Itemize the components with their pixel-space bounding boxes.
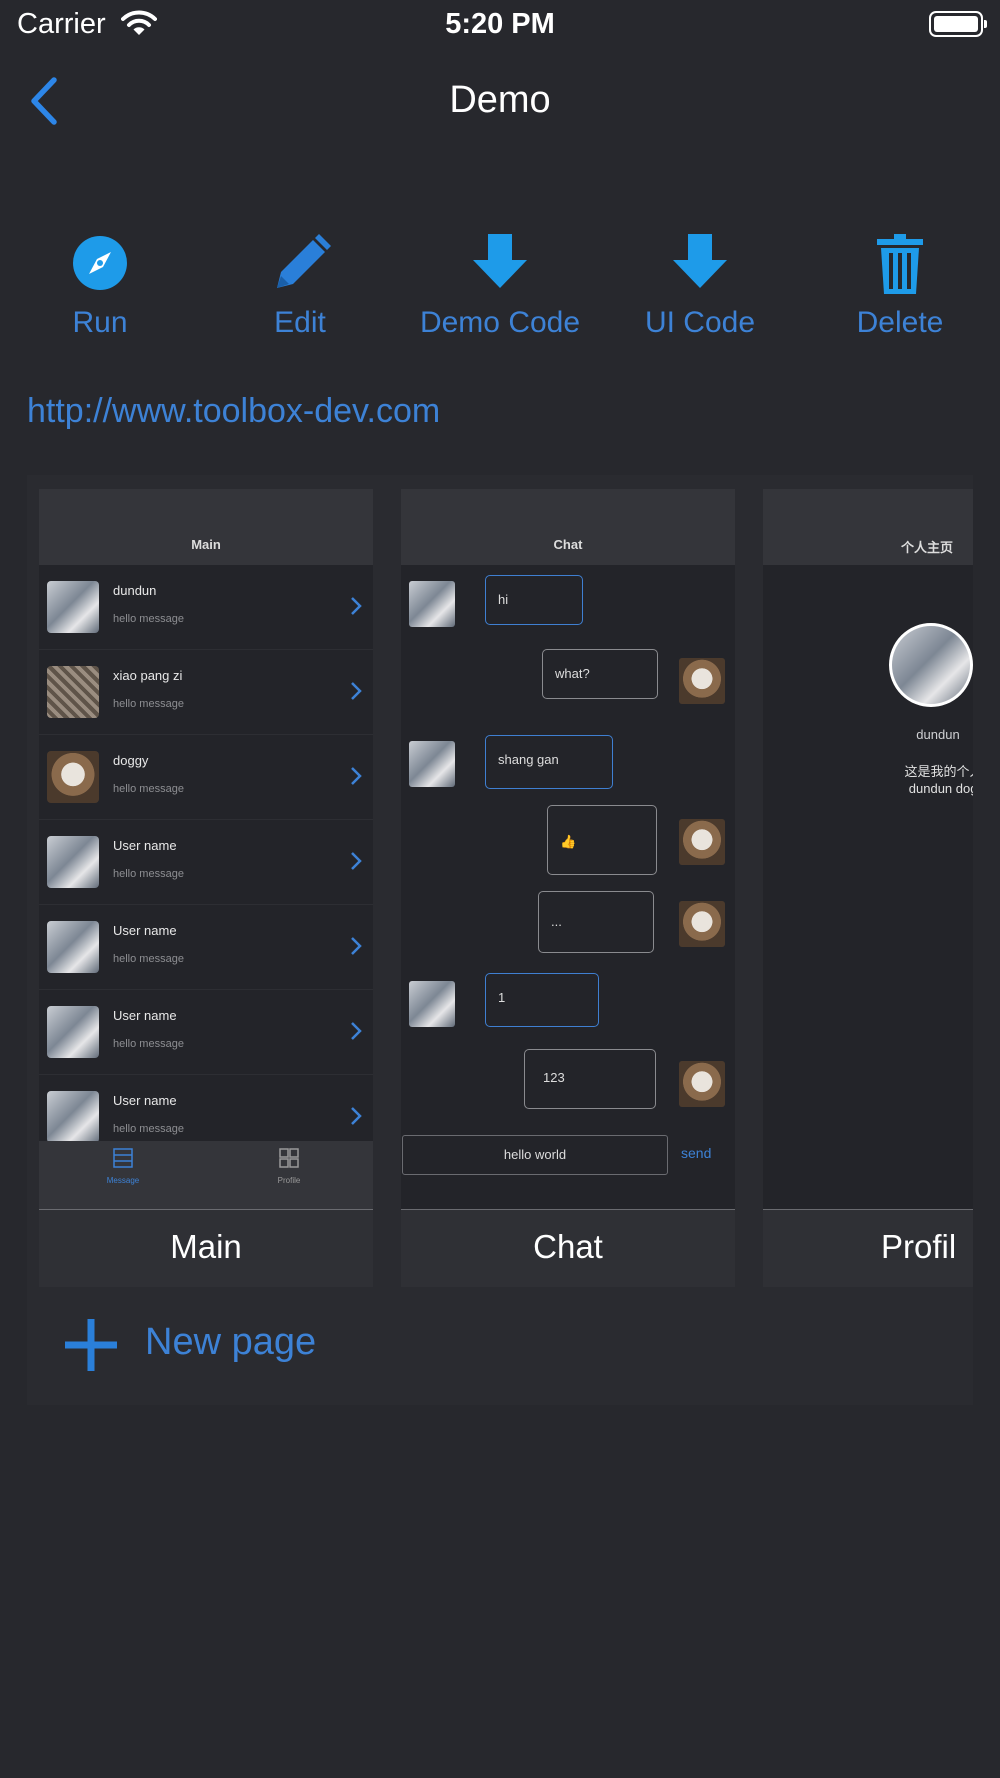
page-card-profile[interactable]: 个人主页 dundun 这是我的个人主 dundun doggy Profil <box>763 489 973 1287</box>
ui-code-label: UI Code <box>644 306 756 339</box>
page-title: Demo <box>449 79 551 121</box>
preview-tab-message: Message <box>63 1147 183 1185</box>
page-preview-chat: Chat hi what? shang gan 👍 ... 1 123 hell… <box>401 489 735 1209</box>
demo-code-label: Demo Code <box>419 306 581 339</box>
avatar <box>47 666 99 718</box>
preview-title: Main <box>191 537 221 552</box>
edit-button[interactable]: Edit <box>200 230 400 350</box>
avatar <box>679 819 725 865</box>
chevron-right-icon <box>351 1107 362 1125</box>
ui-code-button[interactable]: UI Code <box>600 230 800 350</box>
grid-icon <box>279 1148 299 1168</box>
row-name: doggy <box>113 753 149 768</box>
avatar <box>679 658 725 704</box>
message-list-icon <box>113 1148 133 1168</box>
row-message: hello message <box>113 1038 184 1050</box>
profile-name: dundun <box>916 727 960 742</box>
list-item: User name hello message <box>39 905 373 990</box>
delete-button[interactable]: Delete <box>800 230 1000 350</box>
preview-tab-profile: Profile <box>229 1147 349 1185</box>
chevron-right-icon <box>351 852 362 870</box>
demo-code-button[interactable]: Demo Code <box>400 230 600 350</box>
preview-title: 个人主页 <box>901 540 954 555</box>
chat-bubble-in: shang gan <box>485 735 613 789</box>
chat-bubble-out: 👍 <box>547 805 657 875</box>
clock: 5:20 PM <box>445 8 555 40</box>
profile-avatar <box>889 623 973 707</box>
pages-carousel[interactable]: Main dundun hello message xiao pang zi h… <box>27 475 973 1287</box>
list-item: User name hello message <box>39 820 373 905</box>
list-item: User name hello message <box>39 990 373 1075</box>
profile-description-line: 这是我的个人主 <box>904 764 973 779</box>
chevron-right-icon <box>351 937 362 955</box>
row-message: hello message <box>113 783 184 795</box>
row-name: User name <box>113 923 177 938</box>
list-item: xiao pang zi hello message <box>39 650 373 735</box>
page-card-main[interactable]: Main dundun hello message xiao pang zi h… <box>39 489 373 1287</box>
pencil-icon <box>277 234 331 288</box>
chevron-right-icon <box>351 597 362 615</box>
status-bar: Carrier 5:20 PM <box>0 0 1000 50</box>
pages-panel: Main dundun hello message xiao pang zi h… <box>27 475 973 1405</box>
row-name: User name <box>113 1093 177 1108</box>
list-item: doggy hello message <box>39 735 373 820</box>
compass-icon <box>73 236 127 290</box>
chat-bubble-out: 123 <box>524 1049 656 1109</box>
avatar <box>409 741 455 787</box>
preview-tab-bar: Message Profile <box>39 1141 373 1209</box>
page-label-profile[interactable]: Profil <box>763 1209 973 1287</box>
preview-chat-bar: hello world send <box>401 1135 735 1177</box>
row-message: hello message <box>113 953 184 965</box>
edit-label: Edit <box>274 306 326 339</box>
download-arrow-icon <box>473 234 527 288</box>
plus-icon <box>65 1319 117 1371</box>
row-name: xiao pang zi <box>113 668 183 683</box>
profile-description: 这是我的个人主 dundun doggy <box>855 763 973 797</box>
page-label-chat[interactable]: Chat <box>401 1209 735 1287</box>
avatar <box>47 1091 99 1143</box>
avatar <box>47 921 99 973</box>
preview-tab-label: Profile <box>277 1176 301 1185</box>
avatar <box>679 901 725 947</box>
page-label-main[interactable]: Main <box>39 1209 373 1287</box>
row-name: dundun <box>113 583 157 598</box>
row-message: hello message <box>113 613 184 625</box>
battery-icon <box>929 11 987 37</box>
avatar <box>409 581 455 627</box>
row-name: User name <box>113 838 177 853</box>
profile-description-line: dundun doggy <box>908 781 973 796</box>
chat-bubble-out: what? <box>542 649 658 699</box>
chat-bubble-in: hi <box>485 575 583 625</box>
website-link[interactable]: http://www.toolbox-dev.com <box>27 392 440 431</box>
avatar <box>47 751 99 803</box>
run-button[interactable]: Run <box>0 230 200 350</box>
avatar <box>47 1006 99 1058</box>
chevron-right-icon <box>351 1022 362 1040</box>
row-message: hello message <box>113 698 184 710</box>
chevron-right-icon <box>351 767 362 785</box>
avatar <box>47 836 99 888</box>
download-arrow-icon <box>673 234 727 288</box>
trash-icon <box>877 234 923 294</box>
new-page-label: New page <box>145 1321 317 1363</box>
preview-title: Chat <box>553 537 583 552</box>
avatar <box>409 981 455 1027</box>
delete-label: Delete <box>856 306 944 339</box>
preview-send-button: send <box>681 1145 712 1161</box>
row-message: hello message <box>113 1123 184 1135</box>
avatar <box>679 1061 725 1107</box>
page-preview-profile: 个人主页 dundun 这是我的个人主 dundun doggy <box>763 489 973 1209</box>
preview-message-input: hello world <box>402 1135 668 1175</box>
row-message: hello message <box>113 868 184 880</box>
preview-tab-label: Message <box>106 1176 140 1185</box>
chevron-right-icon <box>351 682 362 700</box>
avatar <box>47 581 99 633</box>
row-name: User name <box>113 1008 177 1023</box>
list-item: dundun hello message <box>39 565 373 650</box>
chat-bubble-in: 1 <box>485 973 599 1027</box>
page-preview-main: Main dundun hello message xiao pang zi h… <box>39 489 373 1209</box>
run-label: Run <box>72 306 128 339</box>
chat-bubble-out: ... <box>538 891 654 953</box>
page-card-chat[interactable]: Chat hi what? shang gan 👍 ... 1 123 hell… <box>401 489 735 1287</box>
